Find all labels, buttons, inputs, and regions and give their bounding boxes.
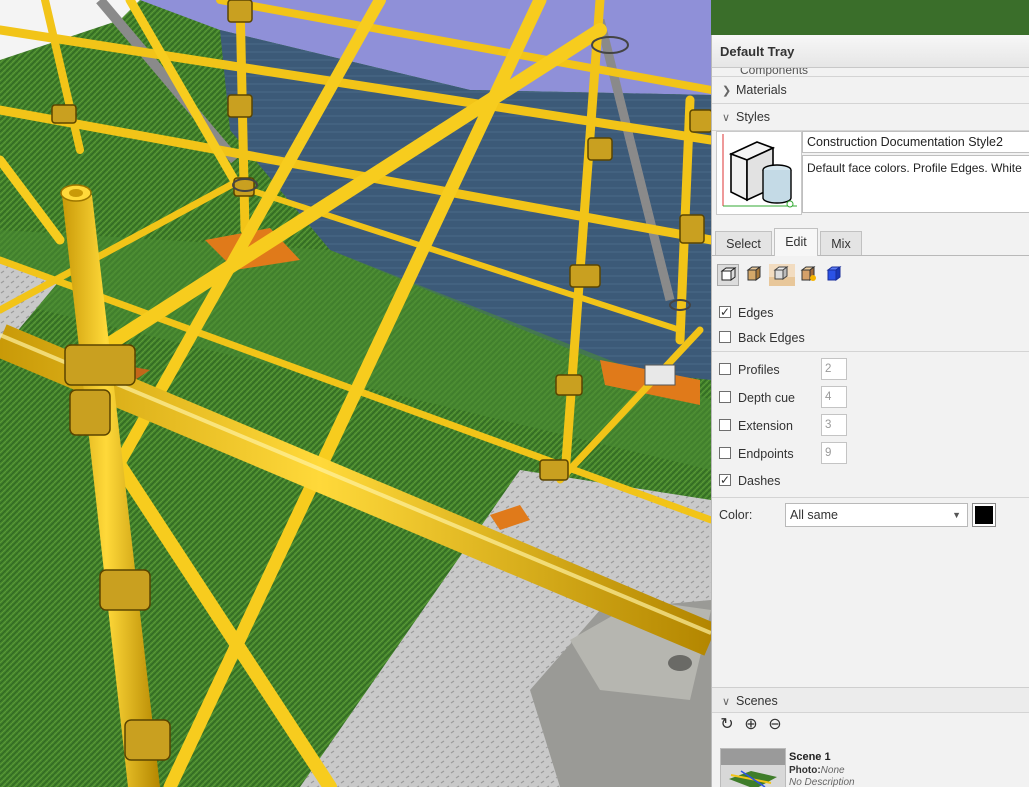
back-edges-checkbox[interactable] (719, 331, 731, 343)
divider (712, 351, 1029, 352)
face-settings-icon[interactable] (744, 264, 766, 286)
edge-settings-icon[interactable] (717, 264, 739, 286)
panel-materials-header[interactable]: ❯ Materials (712, 77, 1029, 104)
watermark-settings-icon[interactable] (798, 264, 820, 286)
add-scene-icon[interactable]: ⊕ (742, 716, 760, 734)
style-summary: Construction Documentation Style2 Defaul… (712, 131, 1029, 217)
default-tray: Default Tray Components ❯ Materials ∨ Styl… (711, 35, 1029, 787)
dropdown-arrow-icon: ▼ (952, 510, 961, 520)
dashes-label: Dashes (738, 474, 781, 488)
style-description-field[interactable]: Default face colors. Profile Edges. Whit… (802, 155, 1029, 213)
tab-select[interactable]: Select (715, 231, 772, 255)
refresh-icon[interactable]: ↻ (718, 716, 736, 734)
color-mode-value: All same (790, 508, 838, 522)
chevron-right-icon: ❯ (722, 85, 732, 97)
tab-mix[interactable]: Mix (820, 231, 862, 255)
profiles-width-input[interactable]: 2 (821, 358, 847, 380)
modeling-settings-icon[interactable] (824, 264, 846, 286)
background-settings-icon[interactable] (769, 264, 795, 286)
dashes-checkbox[interactable]: ✓ (719, 474, 731, 486)
extension-label: Extension (738, 419, 793, 433)
panel-styles-header[interactable]: ∨ Styles (712, 104, 1029, 131)
extension-input[interactable]: 3 (821, 414, 847, 436)
depth-cue-setting[interactable]: Depth cue 4 (719, 386, 1019, 408)
chevron-down-icon: ∨ (722, 696, 731, 708)
style-tabs: Select Edit Mix (712, 228, 1029, 256)
scaffold-scene (0, 0, 711, 787)
style-preview-icon (722, 134, 797, 208)
edges-label: Edges (738, 306, 774, 320)
scene-photo: Photo:None (789, 765, 845, 776)
model-viewport[interactable] (0, 0, 711, 787)
scene-list-item[interactable]: Scene 1 Photo:None No Description (720, 748, 1029, 787)
scene-description: No Description (789, 777, 855, 787)
chevron-down-icon: ∨ (722, 112, 731, 124)
tab-edit[interactable]: Edit (774, 228, 818, 256)
scene-name: Scene 1 (789, 751, 831, 763)
panel-components-label: Components (740, 68, 809, 77)
edge-color-swatch[interactable] (972, 503, 996, 527)
panel-styles-label: Styles (736, 110, 771, 124)
extension-checkbox[interactable] (719, 419, 731, 431)
profiles-checkbox[interactable] (719, 363, 731, 375)
edges-checkbox[interactable]: ✓ (719, 306, 731, 318)
panel-components-header[interactable]: Components (712, 68, 1029, 77)
depth-cue-checkbox[interactable] (719, 391, 731, 403)
tray-title: Default Tray (712, 35, 1029, 68)
endpoints-checkbox[interactable] (719, 447, 731, 459)
color-mode-select[interactable]: All same ▼ (785, 503, 968, 527)
color-label: Color: (719, 508, 753, 522)
panel-scenes-header[interactable]: ∨ Scenes (712, 687, 1029, 713)
scene-photo-value: None (820, 765, 845, 776)
profiles-setting[interactable]: Profiles 2 (719, 358, 1019, 380)
style-thumbnail[interactable] (716, 131, 802, 215)
endpoints-input[interactable]: 9 (821, 442, 847, 464)
edge-color-fill (975, 506, 993, 524)
panel-scenes-label: Scenes (736, 694, 778, 708)
panel-materials-label: Materials (736, 83, 787, 97)
back-edges-label: Back Edges (738, 331, 805, 345)
style-name-field[interactable]: Construction Documentation Style2 (802, 131, 1029, 153)
depth-cue-label: Depth cue (738, 391, 795, 405)
scene-thumbnail (720, 748, 786, 787)
extension-setting[interactable]: Extension 3 (719, 414, 1019, 436)
endpoints-setting[interactable]: Endpoints 9 (719, 442, 1019, 464)
scene-photo-label: Photo: (789, 765, 821, 776)
profiles-label: Profiles (738, 363, 780, 377)
remove-scene-icon[interactable]: ⊖ (766, 716, 784, 734)
depth-cue-input[interactable]: 4 (821, 386, 847, 408)
endpoints-label: Endpoints (738, 447, 794, 461)
divider (712, 497, 1029, 498)
